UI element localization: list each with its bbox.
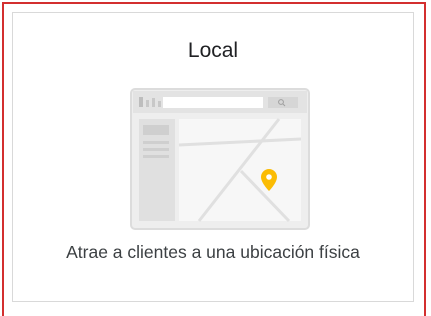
local-map-browser-icon bbox=[130, 88, 310, 230]
card-title: Local bbox=[187, 39, 239, 62]
campaign-goal-card-local[interactable]: Local Atrae a clientes a una ubicación f bbox=[12, 12, 414, 302]
card-description: Atrae a clientes a una ubicación física bbox=[66, 242, 360, 262]
